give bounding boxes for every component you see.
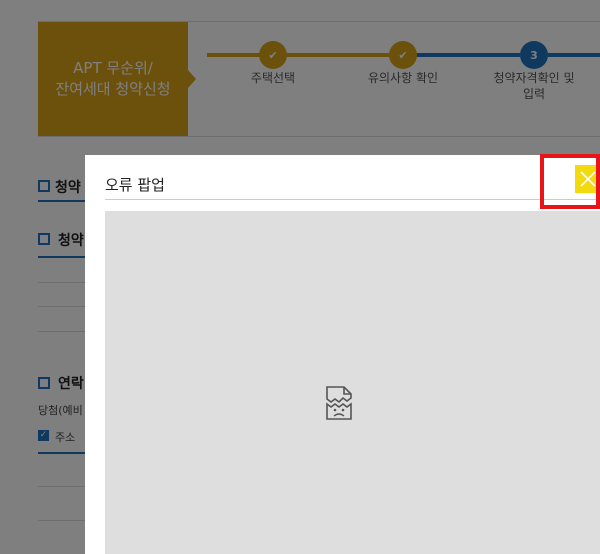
close-button[interactable] — [575, 165, 600, 193]
close-icon — [579, 171, 596, 187]
error-popup: 오류 팝업 — [85, 155, 600, 554]
popup-divider — [105, 199, 600, 200]
popup-content-frame — [105, 211, 600, 554]
broken-image-icon — [326, 386, 352, 420]
popup-title: 오류 팝업 — [105, 176, 165, 194]
